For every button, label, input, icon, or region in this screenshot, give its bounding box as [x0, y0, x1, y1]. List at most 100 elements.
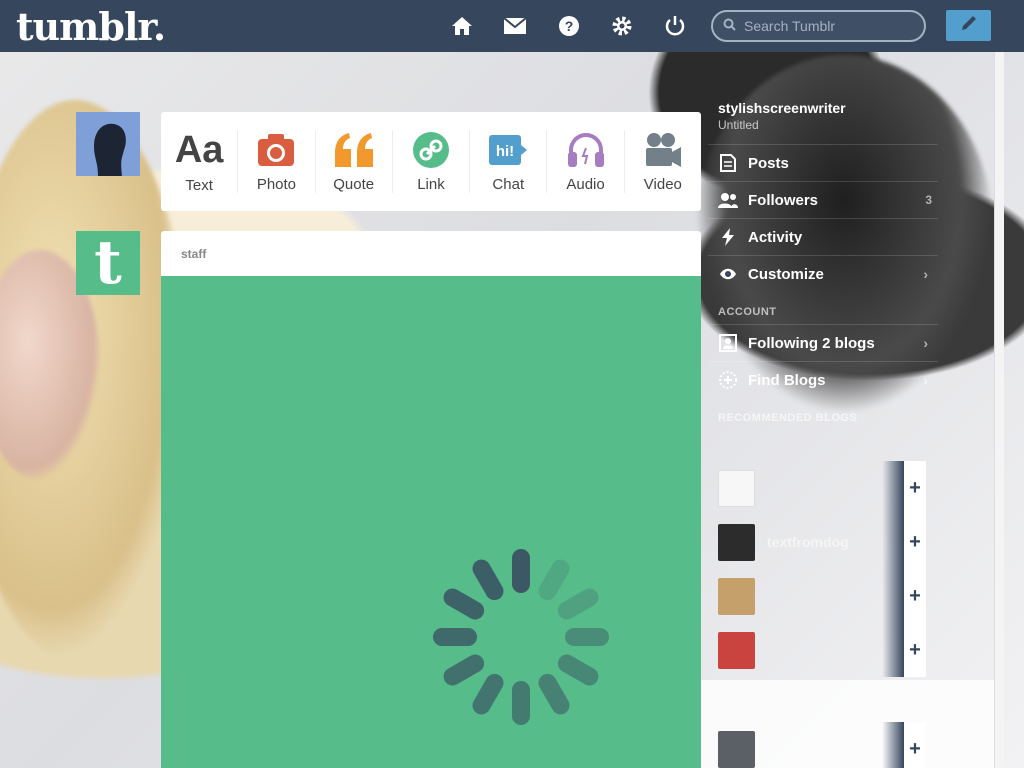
account-section-header: ACCOUNT — [718, 306, 777, 318]
loading-spinner-icon — [433, 549, 609, 725]
help-icon[interactable]: ? — [557, 14, 581, 38]
spinner-segment — [557, 654, 599, 686]
recommended-section-header: RECOMMENDED BLOGS — [718, 412, 858, 424]
spinner-segment — [565, 628, 609, 646]
post-type-text[interactable]: Aa Text — [161, 128, 239, 194]
follow-button[interactable]: + — [904, 515, 926, 569]
sidebar-item-following[interactable]: Following 2 blogs › — [708, 324, 938, 361]
sidebar-item-label: Posts — [748, 154, 789, 172]
person-card-icon — [718, 334, 738, 352]
recommended-blog-avatar — [718, 730, 755, 768]
post-header: staff — [161, 231, 701, 276]
post-type-bar: Aa Text Photo Quote Link hi! Chat Audio — [161, 112, 701, 211]
follow-button[interactable]: + — [904, 623, 926, 677]
spinner-segment — [433, 628, 477, 646]
eye-icon — [718, 268, 738, 280]
recommended-blog-fade — [882, 461, 904, 515]
recommended-blog-fade — [882, 515, 904, 569]
staff-avatar[interactable]: t — [76, 228, 140, 298]
spinner-segment — [512, 681, 530, 725]
recommended-blog[interactable] — [718, 569, 904, 623]
mail-icon[interactable] — [503, 14, 527, 38]
recommended-blog[interactable] — [718, 623, 904, 677]
recommended-blog-avatar — [718, 631, 755, 669]
recommended-blog[interactable] — [718, 461, 904, 515]
recommended-blog[interactable]: textfromdog — [718, 515, 904, 569]
spinner-segment — [557, 588, 599, 620]
people-icon — [718, 192, 738, 208]
gear-icon[interactable] — [610, 14, 634, 38]
recommended-blog-avatar — [718, 469, 755, 507]
spinner-segment — [472, 559, 504, 601]
post-type-quote[interactable]: Quote — [316, 130, 393, 193]
text-icon: Aa — [174, 128, 224, 171]
compose-button[interactable] — [946, 10, 991, 41]
follow-button[interactable]: + — [904, 461, 926, 515]
search-box[interactable] — [711, 10, 926, 42]
follow-button[interactable]: + — [904, 722, 926, 768]
pencil-icon — [959, 13, 979, 38]
power-icon[interactable] — [663, 14, 687, 38]
headphones-icon — [566, 130, 606, 170]
post-type-label: Link — [417, 176, 445, 193]
spinner-segment — [443, 654, 485, 686]
chevron-right-icon: › — [923, 372, 928, 388]
link-icon — [412, 130, 449, 170]
page-scrollbar[interactable] — [994, 52, 1004, 768]
chevron-right-icon: › — [923, 335, 928, 351]
recommended-blog-fade — [882, 623, 904, 677]
compass-icon — [718, 370, 738, 390]
sidebar-item-label: Customize — [748, 265, 824, 283]
document-icon — [718, 154, 738, 172]
followers-count: 3 — [925, 193, 932, 207]
chat-icon: hi! — [488, 130, 528, 170]
sidebar-item-activity[interactable]: Activity — [708, 218, 938, 255]
spinner-segment — [538, 673, 570, 715]
sidebar-item-label: Activity — [748, 228, 803, 246]
recommended-blog[interactable] — [718, 722, 904, 768]
svg-text:?: ? — [565, 18, 574, 34]
recommended-blog-name: textfromdog — [767, 534, 849, 550]
post-type-label: Quote — [333, 176, 375, 193]
sidebar-item-customize[interactable]: Customize › — [708, 255, 938, 292]
camera-icon — [257, 130, 295, 170]
chevron-right-icon: › — [923, 266, 928, 282]
sidebar-item-label: Find Blogs — [748, 371, 826, 389]
quote-icon — [333, 130, 375, 170]
sidebar-item-followers[interactable]: Followers 3 — [708, 181, 938, 218]
top-navigation-bar: tumblr. ? — [0, 0, 1024, 52]
post-type-video[interactable]: Video — [625, 130, 701, 193]
dashboard-post: staff — [161, 231, 701, 768]
follow-button[interactable]: + — [904, 569, 926, 623]
recommended-blog-avatar — [718, 577, 755, 615]
spinner-segment — [443, 588, 485, 620]
sidebar-blog-title[interactable]: stylishscreenwriter — [708, 100, 938, 116]
search-icon — [723, 18, 736, 34]
sidebar-item-posts[interactable]: Posts — [708, 144, 938, 181]
post-type-label: Audio — [566, 176, 605, 193]
tumblr-logo[interactable]: tumblr. — [16, 4, 166, 49]
post-blog-name[interactable]: staff — [181, 247, 206, 261]
post-type-link[interactable]: Link — [393, 130, 471, 193]
recommended-blog-avatar — [718, 523, 755, 561]
spinner-segment — [538, 559, 570, 601]
bolt-icon — [718, 228, 738, 246]
post-type-label: Text — [185, 177, 213, 194]
home-icon[interactable] — [450, 14, 474, 38]
post-type-audio[interactable]: Audio — [547, 130, 625, 193]
post-type-label: Chat — [492, 176, 525, 193]
sidebar-item-label: Following 2 blogs — [748, 334, 875, 352]
sidebar-item-find-blogs[interactable]: Find Blogs › — [708, 361, 938, 398]
sidebar-blog-subtitle: Untitled — [718, 118, 759, 132]
spinner-segment — [472, 673, 504, 715]
search-input[interactable] — [744, 18, 914, 34]
svg-text:hi!: hi! — [496, 143, 514, 160]
recommended-blog-fade — [882, 722, 904, 768]
post-type-label: Photo — [256, 176, 297, 193]
dashboard-sidebar: stylishscreenwriter Untitled Posts Follo… — [708, 100, 938, 430]
spinner-segment — [512, 549, 530, 593]
post-type-chat[interactable]: hi! Chat — [470, 130, 548, 193]
user-avatar[interactable] — [76, 112, 140, 176]
post-type-photo[interactable]: Photo — [238, 130, 316, 193]
sidebar-item-label: Followers — [748, 191, 819, 209]
